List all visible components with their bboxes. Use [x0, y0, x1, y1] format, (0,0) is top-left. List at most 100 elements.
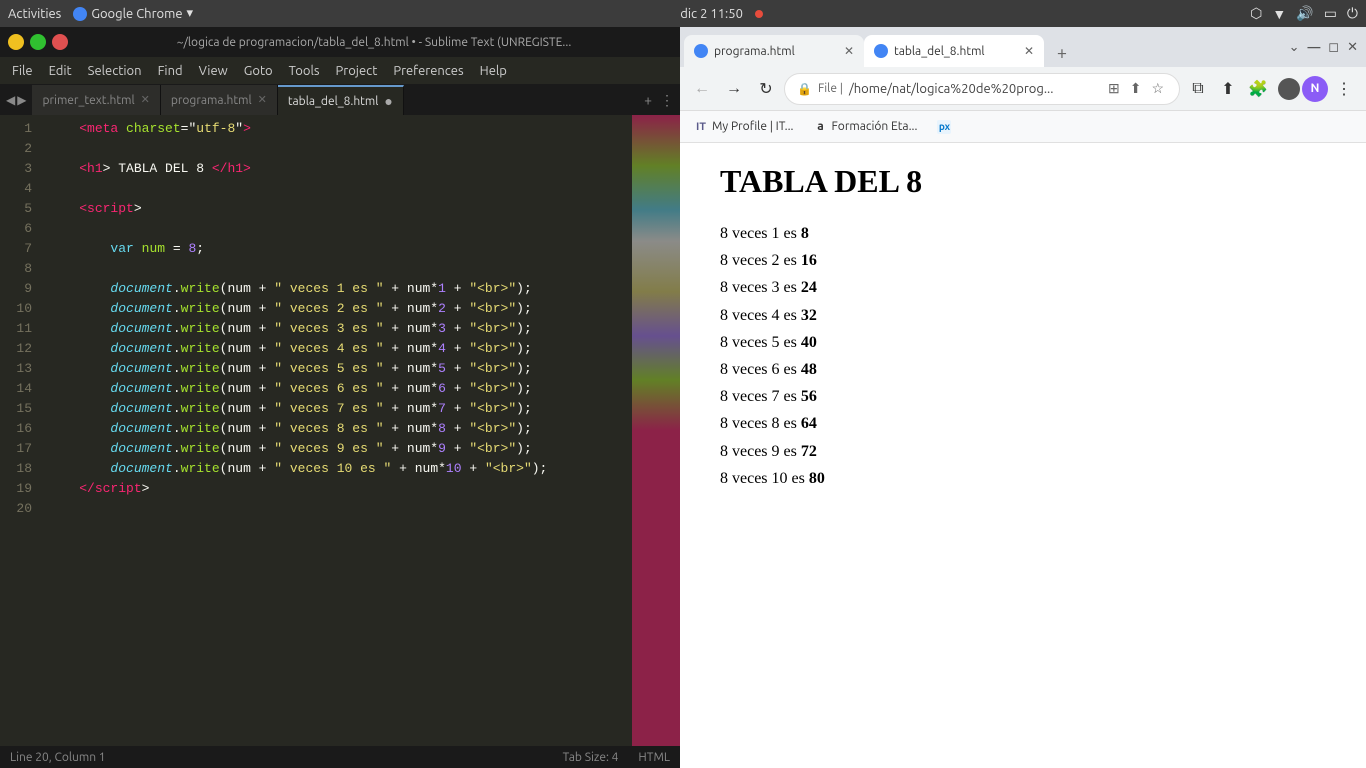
bookmark-formacion[interactable]: a Formación Eta...: [808, 117, 924, 137]
share-icon[interactable]: ⬆: [1127, 77, 1145, 100]
new-tab-button[interactable]: +: [1048, 39, 1076, 67]
bookmark-it[interactable]: IT My Profile | IT...: [688, 117, 800, 137]
chrome-tab-tabla[interactable]: tabla_del_8.html ✕: [864, 35, 1044, 67]
multiplication-row: 8 veces 1 es 8: [720, 220, 1326, 247]
code-line: [48, 499, 624, 519]
close-button[interactable]: [52, 34, 68, 50]
tab-bar: ◀ ▶ primer_text.html ✕ programa.html ✕ t…: [0, 85, 680, 115]
datetime-display: dic 2 11:50: [680, 7, 743, 21]
code-line: <meta charset="utf-8">: [48, 119, 624, 139]
recording-dot-icon: [755, 10, 763, 18]
menu-goto[interactable]: Goto: [236, 61, 281, 81]
wifi-icon[interactable]: ▼: [1272, 6, 1286, 22]
code-line: document.write(num + " veces 8 es " + nu…: [48, 419, 624, 439]
multiplication-row: 8 veces 6 es 48: [720, 356, 1326, 383]
tab-tabla[interactable]: tabla_del_8.html ●: [278, 85, 404, 115]
menu-tools[interactable]: Tools: [281, 61, 328, 81]
tab-primer[interactable]: primer_text.html ✕: [32, 85, 160, 115]
screen-icon[interactable]: ▭: [1324, 5, 1337, 22]
bookmark-icon[interactable]: ☆: [1148, 77, 1167, 100]
translate-icon[interactable]: ⊞: [1105, 77, 1123, 100]
app-dropdown-icon[interactable]: ▾: [187, 6, 194, 21]
multiplication-row: 8 veces 4 es 32: [720, 302, 1326, 329]
profile-avatar[interactable]: N: [1302, 76, 1328, 102]
menu-help[interactable]: Help: [472, 61, 515, 81]
bookmark-it-label: My Profile | IT...: [712, 120, 794, 133]
forward-button[interactable]: →: [720, 75, 748, 103]
main-area: ~/logica de programacion/tabla_del_8.htm…: [0, 27, 1366, 768]
multiplication-row: 8 veces 3 es 24: [720, 274, 1326, 301]
menu-project[interactable]: Project: [328, 61, 386, 81]
tab-primer-close-icon[interactable]: ✕: [141, 95, 150, 106]
page-title: TABLA DEL 8: [720, 163, 1326, 200]
sublime-titlebar: ~/logica de programacion/tabla_del_8.htm…: [0, 27, 680, 57]
status-position: Line 20, Column 1: [10, 751, 106, 764]
chrome-tab-tabla-favicon-icon: [874, 44, 888, 58]
code-line: document.write(num + " veces 10 es " + n…: [48, 459, 624, 479]
status-bar: Line 20, Column 1 Tab Size: 4 HTML: [0, 746, 680, 768]
settings-icon[interactable]: [1278, 78, 1300, 100]
code-content[interactable]: <meta charset="utf-8"> <h1> TABLA DEL 8 …: [40, 115, 632, 746]
chrome-tabbar: programa.html ✕ tabla_del_8.html ✕ + ⌄ ─…: [680, 27, 1366, 67]
more-options-icon[interactable]: ⋮: [1330, 75, 1358, 103]
tab-prev-icon[interactable]: ◀: [6, 93, 15, 107]
chrome-tab-programa[interactable]: programa.html ✕: [684, 35, 864, 67]
multiplication-row: 8 veces 8 es 64: [720, 410, 1326, 437]
menu-file[interactable]: File: [4, 61, 41, 81]
multiplication-table: 8 veces 1 es 88 veces 2 es 168 veces 3 e…: [720, 220, 1326, 492]
tab-programa-close-icon[interactable]: ✕: [258, 95, 267, 106]
tab-overflow-icon[interactable]: ⋮: [660, 92, 674, 109]
back-button[interactable]: ←: [688, 75, 716, 103]
tab-next-icon[interactable]: ▶: [17, 93, 26, 107]
status-syntax[interactable]: HTML: [638, 751, 670, 764]
minimize-button[interactable]: [8, 34, 24, 50]
code-line: </script>: [48, 479, 624, 499]
menu-edit[interactable]: Edit: [41, 61, 80, 81]
chrome-favicon-icon: [73, 7, 87, 21]
chrome-minimize-icon[interactable]: ─: [1308, 37, 1321, 58]
tab-tabla-label: tabla_del_8.html: [288, 95, 379, 108]
menu-selection[interactable]: Selection: [80, 61, 150, 81]
code-editor[interactable]: 1234567891011121314151617181920 <meta ch…: [0, 115, 680, 746]
share-toolbar-icon[interactable]: ⬆: [1214, 75, 1242, 103]
sublime-text-panel: ~/logica de programacion/tabla_del_8.htm…: [0, 27, 680, 768]
chrome-tab-tabla-title: tabla_del_8.html: [894, 45, 1018, 58]
extensions2-icon[interactable]: 🧩: [1244, 75, 1272, 103]
dropbox-icon[interactable]: ⬡: [1250, 5, 1262, 22]
bookmark-px-favicon-icon: px: [937, 120, 951, 134]
status-tab-size[interactable]: Tab Size: 4: [563, 751, 619, 764]
power-icon[interactable]: ⏻: [1347, 5, 1358, 22]
extensions-icon[interactable]: ⧉: [1184, 75, 1212, 103]
tab-programa[interactable]: programa.html ✕: [161, 85, 278, 115]
minimap[interactable]: [632, 115, 680, 746]
window-title: ~/logica de programacion/tabla_del_8.htm…: [68, 36, 672, 49]
chrome-tab-list-icon[interactable]: ⌄: [1289, 40, 1300, 55]
multiplication-row: 8 veces 7 es 56: [720, 383, 1326, 410]
menu-view[interactable]: View: [191, 61, 236, 81]
multiplication-row: 8 veces 9 es 72: [720, 438, 1326, 465]
tab-tabla-unsaved-icon[interactable]: ●: [384, 94, 392, 108]
address-file-label: File |: [818, 82, 843, 95]
chrome-close-icon[interactable]: ✕: [1347, 40, 1358, 55]
menu-bar: File Edit Selection Find View Goto Tools…: [0, 57, 680, 85]
activities-button[interactable]: Activities: [8, 7, 61, 21]
multiplication-row: 8 veces 2 es 16: [720, 247, 1326, 274]
chrome-toolbar-right: ⧉ ⬆ 🧩 N ⋮: [1184, 75, 1358, 103]
address-bar[interactable]: 🔒 File | /home/nat/logica%20de%20prog...…: [784, 73, 1180, 105]
multiplication-row: 8 veces 10 es 80: [720, 465, 1326, 492]
chrome-restore-icon[interactable]: ◻: [1328, 40, 1339, 55]
chrome-tab-programa-close-icon[interactable]: ✕: [844, 44, 854, 58]
reload-button[interactable]: ↻: [752, 75, 780, 103]
tab-add-icon[interactable]: +: [644, 92, 652, 108]
chrome-tab-tabla-close-icon[interactable]: ✕: [1024, 44, 1034, 58]
code-line: [48, 179, 624, 199]
bookmark-px[interactable]: px: [931, 117, 957, 137]
volume-icon[interactable]: 🔊: [1296, 5, 1313, 22]
app-indicator[interactable]: Google Chrome ▾: [73, 6, 193, 21]
maximize-button[interactable]: [30, 34, 46, 50]
menu-find[interactable]: Find: [150, 61, 191, 81]
bookmarks-bar: IT My Profile | IT... a Formación Eta...…: [680, 111, 1366, 143]
tab-navigation[interactable]: ◀ ▶: [0, 85, 32, 115]
menu-preferences[interactable]: Preferences: [385, 61, 471, 81]
chrome-tab-programa-favicon-icon: [694, 44, 708, 58]
